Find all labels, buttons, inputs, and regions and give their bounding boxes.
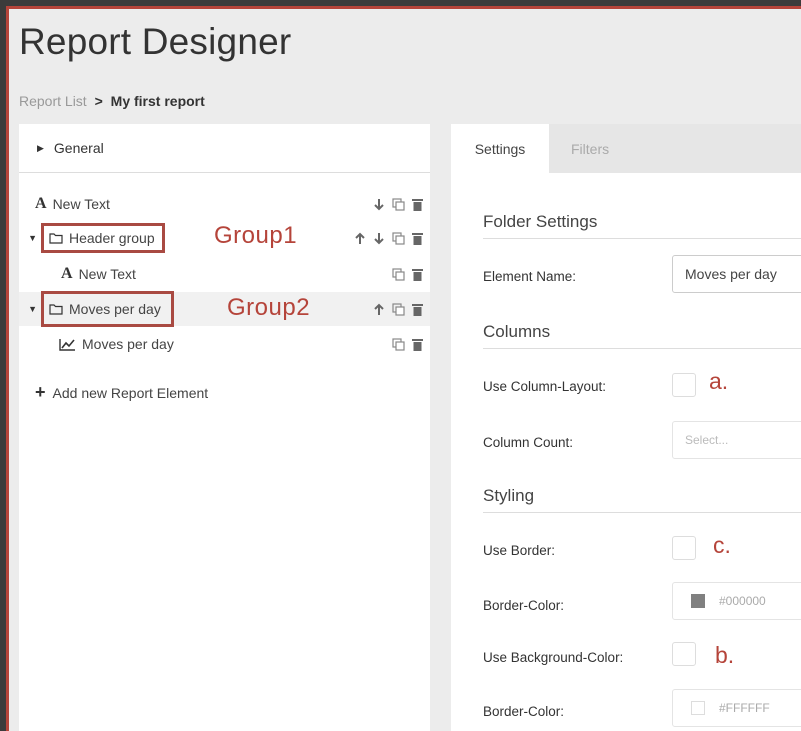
- copy-icon[interactable]: [391, 231, 405, 245]
- general-label: General: [53, 140, 104, 156]
- move-down-icon[interactable]: [372, 198, 386, 211]
- plus-icon: +: [35, 382, 46, 402]
- moves-group-highlight: Moves per day: [41, 291, 174, 327]
- tab-bar: Settings Filters: [451, 124, 801, 173]
- caret-down-icon[interactable]: ▼: [19, 304, 37, 314]
- add-report-element-button[interactable]: + Add new Report Element: [35, 382, 208, 403]
- delete-icon[interactable]: [410, 232, 424, 245]
- text-icon: A: [61, 265, 73, 282]
- breadcrumb: Report List > My first report: [19, 93, 205, 109]
- use-border-checkbox[interactable]: [672, 536, 696, 560]
- annotation-b: b.: [715, 642, 735, 668]
- element-name-label: Element Name:: [483, 269, 577, 284]
- report-tree-panel: ▶ General A New Text ▼ Header group Grou…: [19, 124, 430, 731]
- annotation-a: a.: [709, 368, 729, 394]
- folder-icon: [49, 303, 63, 315]
- breadcrumb-separator: >: [94, 93, 103, 109]
- settings-panel: Settings Filters Folder Settings Element…: [451, 124, 801, 731]
- folder-settings-heading: Folder Settings: [483, 212, 801, 239]
- copy-icon[interactable]: [391, 337, 405, 351]
- group2-annotation: Group2: [227, 294, 311, 321]
- page-title: Report Designer: [19, 21, 292, 62]
- use-column-layout-label: Use Column-Layout:: [483, 379, 607, 394]
- use-background-color-checkbox[interactable]: [672, 642, 696, 666]
- use-column-layout-checkbox[interactable]: [672, 373, 696, 397]
- copy-icon[interactable]: [391, 197, 405, 211]
- background-color-value: #FFFFFF: [719, 701, 770, 715]
- header-group-highlight: Header group: [41, 223, 165, 253]
- group1-annotation: Group1: [214, 222, 298, 249]
- delete-icon[interactable]: [410, 338, 424, 351]
- folder-icon: [49, 232, 63, 244]
- tree-item-label: Header group: [69, 230, 155, 246]
- copy-icon[interactable]: [391, 302, 405, 316]
- tree-item-label: New Text: [52, 196, 110, 212]
- text-icon: A: [35, 195, 47, 212]
- tree-item-label: Moves per day: [69, 301, 161, 317]
- add-report-element-label: Add new Report Element: [52, 384, 209, 401]
- annotation-c: c.: [713, 532, 731, 558]
- breadcrumb-current: My first report: [110, 93, 205, 109]
- general-section-toggle[interactable]: ▶ General: [19, 124, 430, 173]
- column-count-label: Column Count:: [483, 435, 574, 450]
- tree-item-label: Moves per day: [82, 336, 174, 352]
- move-up-icon[interactable]: [353, 232, 367, 245]
- tree-item-label: New Text: [78, 266, 136, 282]
- caret-down-icon[interactable]: ▼: [19, 233, 37, 243]
- tab-filters[interactable]: Filters: [551, 124, 629, 173]
- column-count-select[interactable]: Select...: [672, 421, 801, 459]
- background-color-swatch: [691, 701, 705, 715]
- copy-icon[interactable]: [391, 267, 405, 281]
- tree-item-moves-per-day-group[interactable]: ▼ Moves per day Group2: [19, 291, 430, 327]
- tab-settings[interactable]: Settings: [451, 124, 549, 173]
- delete-icon[interactable]: [410, 303, 424, 316]
- use-background-color-label: Use Background-Color:: [483, 650, 624, 665]
- tree-item-moves-per-day-chart[interactable]: Moves per day: [19, 329, 430, 359]
- tree-item-header-group[interactable]: ▼ Header group Group1: [19, 222, 430, 253]
- styling-heading: Styling: [483, 486, 801, 513]
- background-color-label: Border-Color:: [483, 704, 565, 719]
- use-border-label: Use Border:: [483, 543, 556, 558]
- move-down-icon[interactable]: [372, 232, 386, 245]
- border-color-value: #000000: [719, 594, 766, 608]
- border-color-label: Border-Color:: [483, 598, 565, 613]
- element-name-input[interactable]: Moves per day: [672, 255, 801, 293]
- caret-right-icon: ▶: [37, 142, 44, 153]
- move-up-icon[interactable]: [372, 303, 386, 316]
- delete-icon[interactable]: [410, 268, 424, 281]
- columns-heading: Columns: [483, 322, 801, 349]
- column-count-placeholder: Select...: [685, 433, 729, 447]
- breadcrumb-link-report-list[interactable]: Report List: [19, 93, 87, 109]
- border-color-input[interactable]: #000000: [672, 582, 801, 620]
- tree-item-new-text[interactable]: A New Text: [19, 189, 430, 219]
- app-window: Report Designer Report List > My first r…: [6, 6, 801, 731]
- delete-icon[interactable]: [410, 198, 424, 211]
- line-chart-icon: [59, 338, 76, 351]
- border-color-swatch: [691, 594, 705, 608]
- tree-item-new-text-child[interactable]: A New Text: [19, 259, 430, 289]
- background-color-input[interactable]: #FFFFFF: [672, 689, 801, 727]
- element-name-value: Moves per day: [685, 266, 777, 282]
